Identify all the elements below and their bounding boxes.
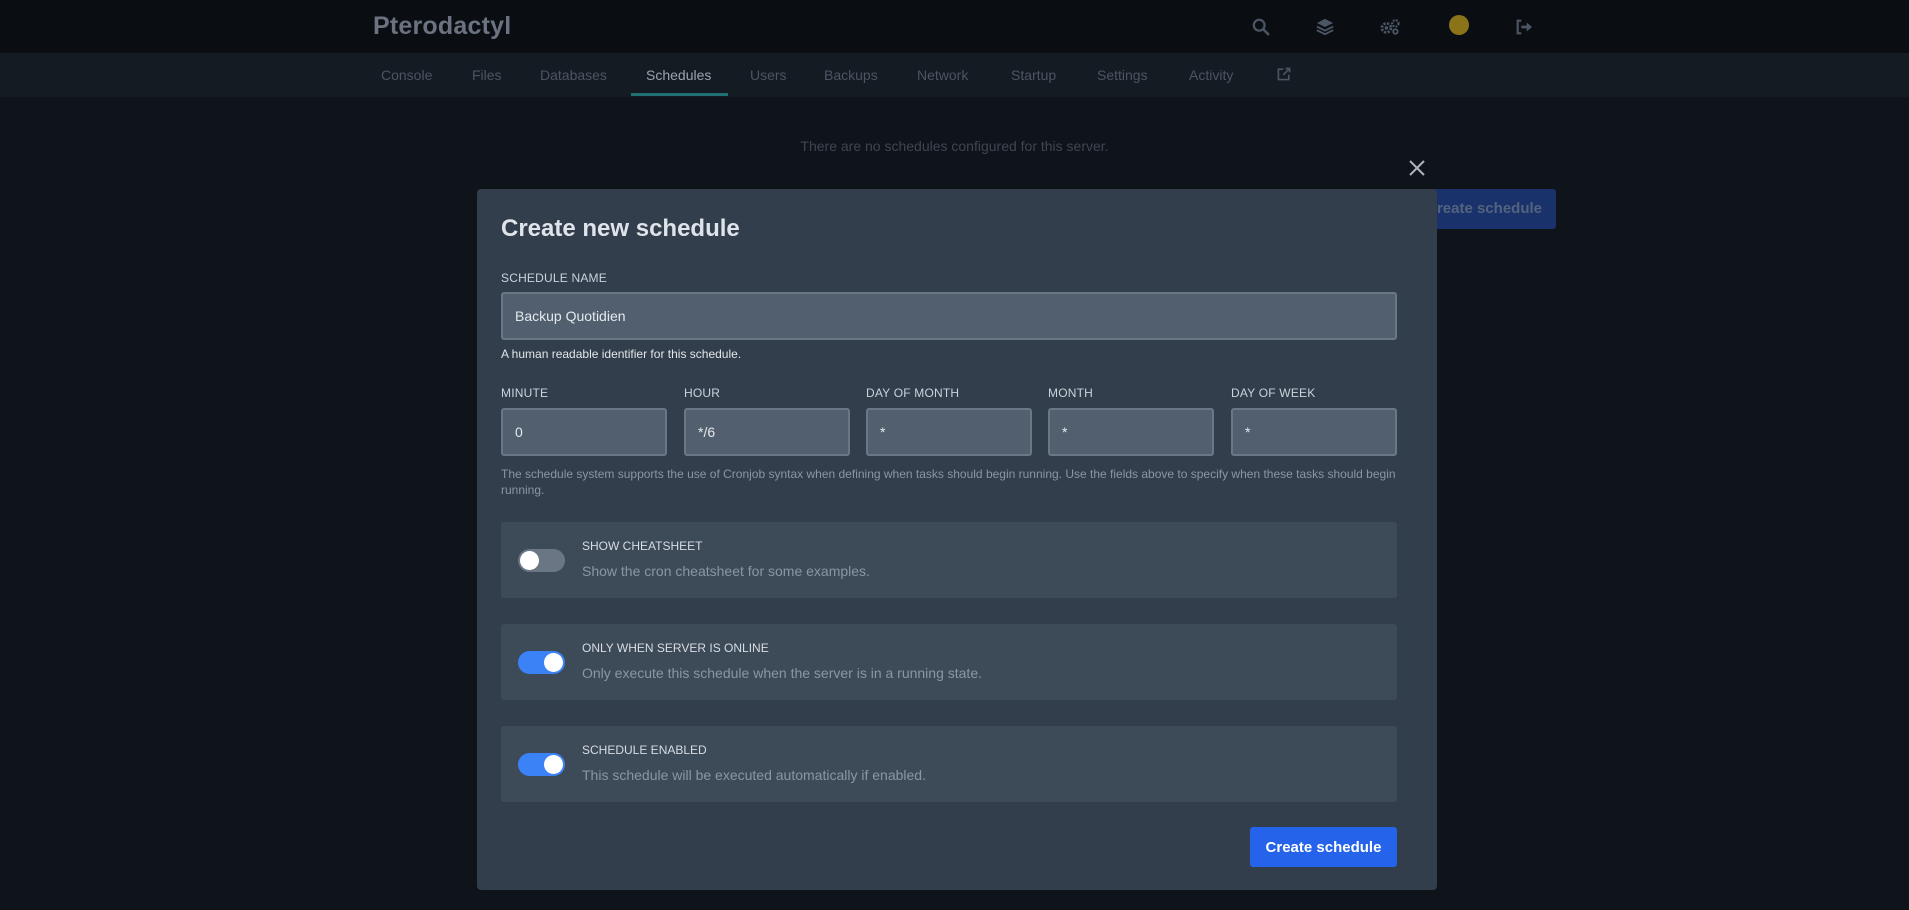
only-online-toggle[interactable] xyxy=(518,651,565,674)
external-link-icon[interactable] xyxy=(1276,66,1292,84)
day-of-week-input[interactable] xyxy=(1231,408,1397,456)
schedule-enabled-toggle[interactable] xyxy=(518,753,565,776)
schedule-enabled-panel: Schedule Enabled This schedule will be e… xyxy=(501,726,1397,802)
avatar[interactable] xyxy=(1449,15,1469,35)
only-online-panel: Only When Server Is Online Only execute … xyxy=(501,624,1397,700)
close-icon[interactable] xyxy=(1404,156,1430,182)
hour-input[interactable] xyxy=(684,408,850,456)
schedule-name-help: A human readable identifier for this sch… xyxy=(501,347,742,361)
day-of-month-input[interactable] xyxy=(866,408,1032,456)
sign-out-icon[interactable] xyxy=(1512,15,1536,39)
cheatsheet-description: Show the cron cheatsheet for some exampl… xyxy=(582,563,870,579)
tab-backups[interactable]: Backups xyxy=(824,53,878,97)
toggle-knob xyxy=(544,653,563,672)
tab-users[interactable]: Users xyxy=(750,53,787,97)
top-bar: Pterodactyl xyxy=(0,0,1909,53)
month-input[interactable] xyxy=(1048,408,1214,456)
empty-schedules-message: There are no schedules configured for th… xyxy=(800,138,1109,154)
hour-label: Hour xyxy=(684,386,721,400)
create-schedule-button[interactable]: Create schedule xyxy=(1250,827,1397,867)
tab-databases[interactable]: Databases xyxy=(540,53,607,97)
cheatsheet-panel: Show Cheatsheet Show the cron cheatsheet… xyxy=(501,522,1397,598)
create-schedule-button-background[interactable]: Create schedule xyxy=(1420,189,1556,229)
tab-console[interactable]: Console xyxy=(381,53,432,97)
tab-network[interactable]: Network xyxy=(917,53,968,97)
day-of-week-label: Day of Week xyxy=(1231,386,1316,400)
minute-input[interactable] xyxy=(501,408,667,456)
only-online-description: Only execute this schedule when the serv… xyxy=(582,665,982,681)
month-label: Month xyxy=(1048,386,1093,400)
toggle-knob xyxy=(544,755,563,774)
schedule-name-input[interactable] xyxy=(501,292,1397,340)
toggle-knob xyxy=(520,551,539,570)
schedule-name-label: Schedule Name xyxy=(501,271,607,285)
minute-label: Minute xyxy=(501,386,549,400)
tab-startup[interactable]: Startup xyxy=(1011,53,1056,97)
tab-settings[interactable]: Settings xyxy=(1097,53,1148,97)
layers-icon[interactable] xyxy=(1313,15,1337,39)
active-tab-indicator xyxy=(631,93,728,96)
brand-logo[interactable]: Pterodactyl xyxy=(373,12,511,41)
tab-activity[interactable]: Activity xyxy=(1189,53,1233,97)
gears-icon[interactable] xyxy=(1378,15,1402,39)
schedule-enabled-description: This schedule will be executed automatic… xyxy=(582,767,926,783)
cron-help-text: The schedule system supports the use of … xyxy=(501,467,1396,497)
search-icon[interactable] xyxy=(1249,15,1273,39)
modal-title: Create new schedule xyxy=(501,215,740,242)
schedule-enabled-title: Schedule Enabled xyxy=(582,743,707,757)
tab-schedules[interactable]: Schedules xyxy=(646,53,711,97)
cheatsheet-title: Show Cheatsheet xyxy=(582,539,703,553)
create-schedule-modal: Create new schedule Schedule Name A huma… xyxy=(477,189,1437,890)
tab-files[interactable]: Files xyxy=(472,53,502,97)
day-of-month-label: Day of Month xyxy=(866,386,960,400)
only-online-title: Only When Server Is Online xyxy=(582,641,769,655)
server-nav: Console Files Databases Schedules Users … xyxy=(0,53,1909,97)
cheatsheet-toggle[interactable] xyxy=(518,549,565,572)
